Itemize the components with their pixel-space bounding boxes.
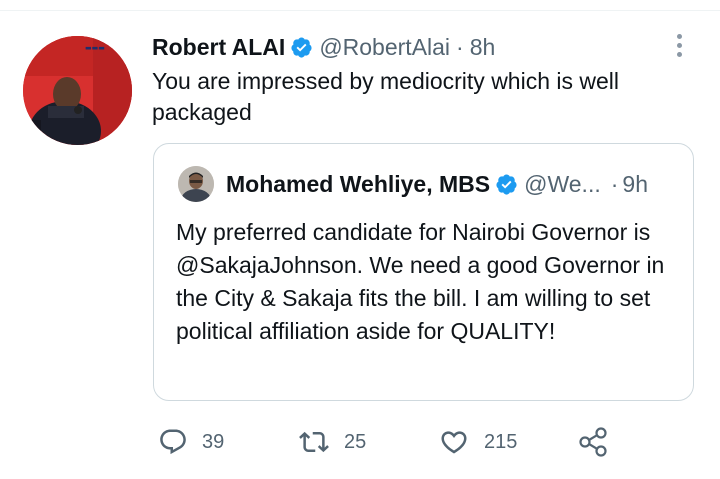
more-dot — [676, 51, 682, 57]
tweet-header: Robert ALAI @RobertAlai · 8h — [152, 30, 495, 64]
top-divider — [0, 10, 720, 11]
reply-bubble-icon — [158, 427, 202, 457]
like-count: 215 — [484, 430, 518, 453]
tweet-timestamp[interactable]: 8h — [470, 34, 496, 61]
separator-dot: · — [456, 33, 464, 60]
verified-badge-icon — [495, 173, 518, 196]
quoted-tweet-text: My preferred candidate for Nairobi Gover… — [176, 219, 665, 344]
quoted-tweet-card[interactable]: Mohamed Wehliye, MBS @We... · 9h My pref… — [153, 143, 694, 401]
quoted-tweet-timestamp[interactable]: 9h — [622, 171, 648, 198]
author-handle[interactable]: @RobertAlai — [319, 34, 450, 61]
quoted-author-handle[interactable]: @We... — [524, 171, 601, 198]
reply-count: 39 — [202, 430, 225, 453]
like-button[interactable]: 215 — [438, 424, 517, 460]
more-dot — [676, 42, 682, 48]
verified-badge-icon — [290, 36, 313, 59]
quoted-author-name[interactable]: Mohamed Wehliye, MBS — [226, 171, 490, 198]
author-avatar[interactable]: ▬▬▬ — [23, 36, 132, 145]
svg-text:▬▬▬: ▬▬▬ — [85, 44, 105, 52]
separator-dot: · — [610, 170, 619, 197]
author-name[interactable]: Robert ALAI — [152, 34, 285, 61]
retweet-count: 25 — [344, 430, 367, 453]
more-vertical-icon[interactable] — [664, 30, 694, 60]
reply-button[interactable]: 39 — [158, 424, 224, 460]
share-button[interactable] — [576, 424, 624, 460]
quoted-author-avatar[interactable] — [178, 166, 214, 202]
retweet-icon — [298, 427, 344, 457]
tweet-text: You are impressed by mediocrity which is… — [152, 68, 620, 125]
retweet-button[interactable]: 25 — [298, 424, 366, 460]
share-icon — [576, 425, 624, 459]
heart-icon — [438, 427, 484, 457]
more-dot — [676, 33, 682, 39]
quoted-tweet-header: Mohamed Wehliye, MBS @We... · 9h — [226, 167, 648, 201]
tweet-actions-bar: 39 25 215 — [152, 424, 632, 460]
